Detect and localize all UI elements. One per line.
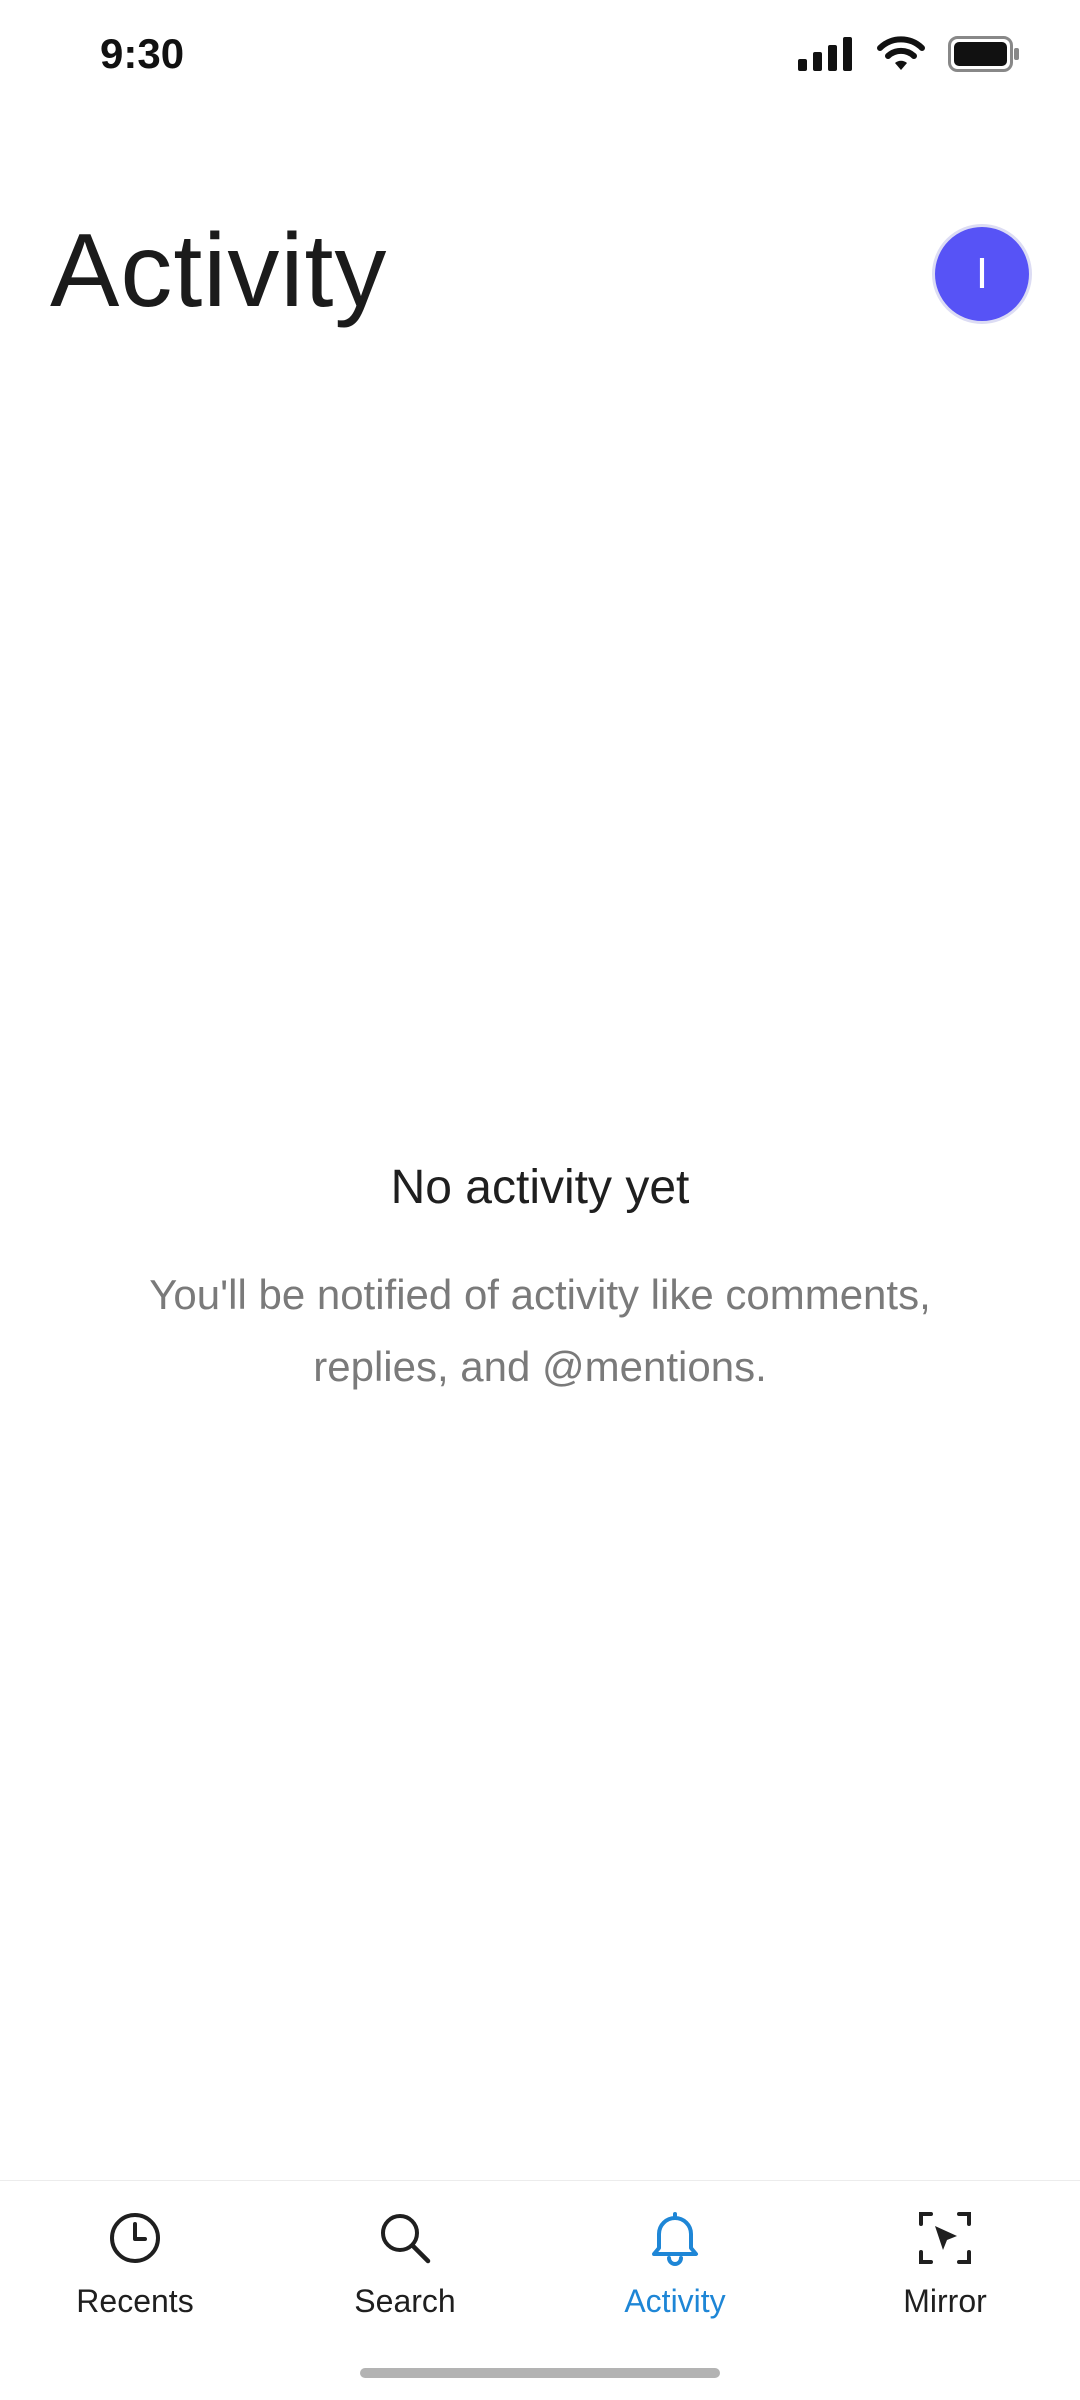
activity-screen: 9:30 Activity I No activity yet You'll b… xyxy=(0,0,1080,2400)
bell-icon xyxy=(644,2207,706,2269)
tab-activity-label: Activity xyxy=(624,2283,726,2319)
avatar[interactable]: I xyxy=(932,224,1032,324)
cellular-signal-icon xyxy=(798,37,852,71)
search-icon xyxy=(374,2207,436,2269)
tab-mirror[interactable]: Mirror xyxy=(810,2207,1080,2337)
tab-search[interactable]: Search xyxy=(270,2207,540,2337)
clock-icon xyxy=(104,2207,166,2269)
empty-state-description: You'll be notified of activity like comm… xyxy=(149,1271,931,1390)
page-title: Activity xyxy=(50,213,388,329)
status-icons xyxy=(798,36,1020,72)
home-indicator xyxy=(360,2368,720,2378)
empty-state-title: No activity yet xyxy=(390,1161,690,1214)
tab-recents-label: Recents xyxy=(76,2283,194,2319)
status-bar: 9:30 xyxy=(0,0,1080,110)
mirror-cursor-icon xyxy=(914,2207,976,2269)
bottom-tab-bar: Recents Search Activity Mirror xyxy=(0,2180,1080,2400)
tab-mirror-label: Mirror xyxy=(903,2283,987,2319)
tab-recents[interactable]: Recents xyxy=(0,2207,270,2337)
battery-icon xyxy=(948,36,1019,72)
empty-state: No activity yet You'll be notified of ac… xyxy=(0,1160,1080,1403)
wifi-icon xyxy=(877,36,925,70)
avatar-initial: I xyxy=(975,249,989,298)
status-time: 9:30 xyxy=(100,30,185,77)
tab-search-label: Search xyxy=(354,2283,456,2319)
tab-activity[interactable]: Activity xyxy=(540,2207,810,2337)
